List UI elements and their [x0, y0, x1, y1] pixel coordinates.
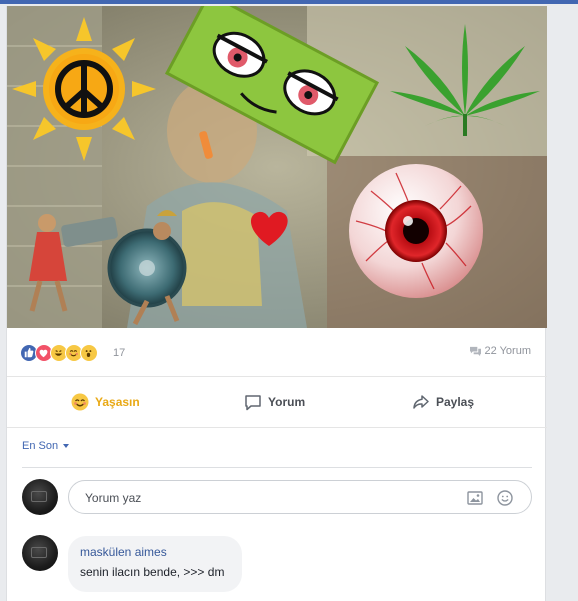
share-label: Paylaş — [436, 395, 475, 409]
avatar[interactable] — [22, 479, 58, 515]
comment-sort-dropdown[interactable]: En Son — [22, 440, 70, 452]
comment-label: Yorum — [268, 395, 306, 409]
comment-button[interactable]: Yorum — [244, 389, 305, 415]
post-card: 17 22 Yorum Yaşasın Yorum Paylaş En Son … — [6, 6, 547, 601]
comment-author-link[interactable]: maskülen aimes — [80, 545, 167, 559]
comment-count[interactable]: 22 Yorum — [469, 345, 531, 357]
sort-label: En Son — [22, 440, 59, 452]
wow-icon — [80, 344, 98, 362]
comment-input[interactable]: Yorum yaz — [68, 480, 532, 514]
comment-count-label: 22 Yorum — [484, 345, 531, 357]
yay-emoji-icon — [71, 393, 89, 411]
post-image[interactable] — [7, 6, 547, 328]
caret-down-icon — [63, 444, 70, 448]
comment-text: senin ilacın bende, >>> dm — [80, 565, 225, 579]
reactions-row: 17 22 Yorum — [7, 340, 547, 366]
yasasin-button[interactable]: Yaşasın — [71, 389, 140, 415]
emoji-icon[interactable] — [496, 489, 514, 507]
comments-icon — [469, 346, 481, 356]
comment-icon — [245, 394, 261, 410]
comment-bubble: maskülen aimes senin ilacın bende, >>> d… — [68, 536, 242, 592]
reaction-count[interactable]: 17 — [113, 347, 125, 359]
yasasin-label: Yaşasın — [95, 395, 140, 409]
post-image-graphic — [7, 6, 547, 328]
top-accent-bar — [0, 0, 578, 4]
divider — [7, 427, 547, 428]
photo-icon[interactable] — [466, 489, 484, 507]
avatar[interactable] — [22, 535, 58, 571]
action-bar: Yaşasın Yorum Paylaş — [7, 381, 547, 423]
share-arrow-icon — [413, 395, 429, 409]
share-button[interactable]: Paylaş — [412, 389, 474, 415]
divider — [7, 376, 547, 377]
divider — [22, 467, 532, 468]
comment-input-placeholder: Yorum yaz — [85, 491, 142, 505]
